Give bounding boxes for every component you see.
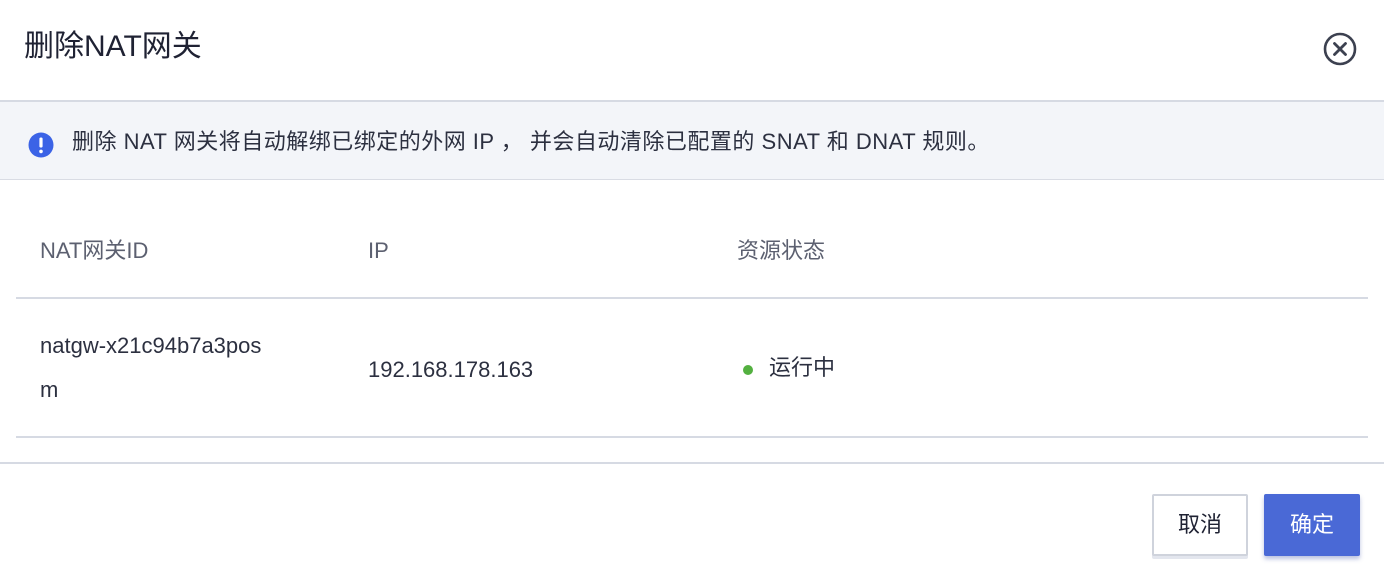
dialog-header: 删除NAT网关 — [0, 0, 1384, 100]
column-header-nat-id: NAT网关ID — [40, 238, 149, 263]
warning-text: 删除 NAT 网关将自动解绑已绑定的外网 IP ， 并会自动清除已配置的 SNA… — [72, 129, 990, 154]
ip-address: 192.168.178.163 — [368, 357, 534, 382]
table-header-divider — [16, 297, 1368, 299]
dialog-title: 删除NAT网关 — [24, 30, 202, 63]
footer-divider — [0, 462, 1384, 464]
exclamation-circle-icon — [28, 132, 54, 158]
nat-gateway-id-line2: m — [40, 377, 59, 402]
cancel-button[interactable]: 取消 — [1152, 494, 1248, 556]
delete-nat-gateway-dialog: 删除NAT网关 删除 NAT 网关将自动解绑已绑定的外网 IP ， 并会自动清除… — [0, 0, 1384, 584]
status-label: 运行中 — [769, 355, 836, 380]
column-header-ip: IP — [368, 238, 389, 263]
confirm-button[interactable]: 确定 — [1264, 494, 1360, 556]
status-dot-icon — [743, 365, 753, 375]
close-icon[interactable] — [1322, 31, 1358, 67]
table-row-divider — [16, 436, 1368, 438]
nat-gateway-id-line1: natgw-x21c94b7a3pos — [40, 333, 262, 358]
column-header-status: 资源状态 — [737, 238, 826, 263]
